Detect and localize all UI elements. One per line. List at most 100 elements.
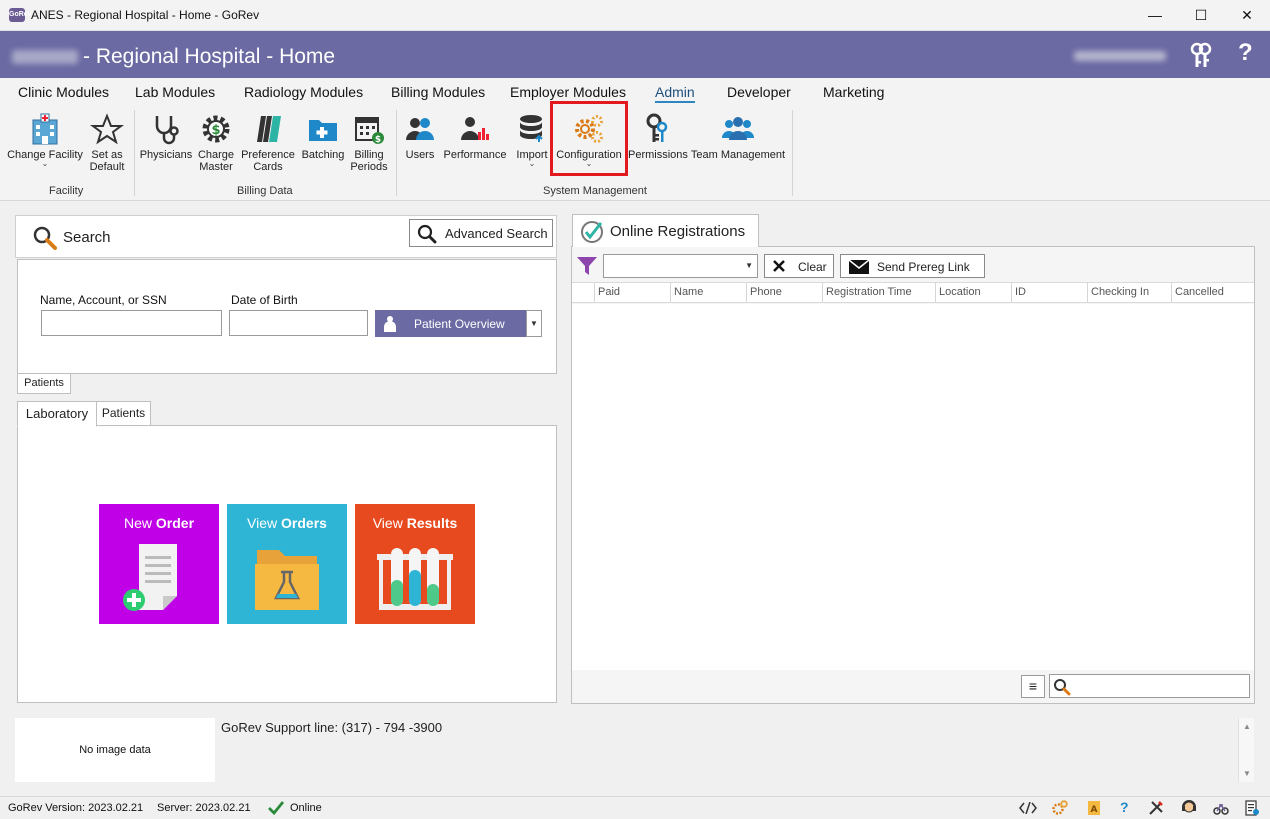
group-label-facility: Facility — [49, 185, 84, 197]
version-text: GoRev Version: 2023.02.21 — [8, 802, 144, 814]
clear-label: Clear — [798, 260, 827, 274]
scroll-up-icon[interactable]: ▲ — [1243, 722, 1251, 731]
import-button[interactable]: Import ⌄ — [512, 112, 552, 168]
name-account-ssn-input[interactable] — [41, 310, 222, 336]
column-header-phone[interactable]: Phone — [750, 286, 782, 298]
organization-name-redacted — [12, 50, 78, 64]
filter-icon[interactable] — [576, 255, 598, 277]
column-header-registration-time[interactable]: Registration Time — [826, 286, 912, 298]
charge-master-button[interactable]: $ Charge Master — [196, 112, 236, 173]
physicians-label: Physicians — [139, 149, 193, 161]
column-header-name[interactable]: Name — [674, 286, 703, 298]
grid-search-input[interactable] — [1049, 674, 1250, 698]
team-management-button[interactable]: Team Management — [690, 112, 786, 161]
batching-button[interactable]: Batching — [300, 112, 346, 161]
star-icon — [90, 113, 124, 145]
folder-flask-icon — [255, 550, 319, 610]
column-header-cancelled[interactable]: Cancelled — [1175, 286, 1224, 298]
view-results-tile[interactable]: View Results — [355, 504, 475, 624]
hospital-icon — [32, 113, 58, 145]
advanced-search-button[interactable]: Advanced Search — [409, 219, 553, 247]
help-icon[interactable]: ? — [1120, 799, 1129, 815]
user-name-redacted[interactable] — [1074, 51, 1166, 61]
online-registrations-title: Online Registrations — [610, 223, 746, 240]
set-as-default-label: Set as Default — [89, 149, 125, 173]
team-icon — [722, 117, 754, 140]
preference-cards-button[interactable]: Preference Cards — [239, 112, 297, 173]
minimize-button[interactable]: — — [1132, 0, 1178, 31]
patient-overview-button[interactable]: Patient Overview — [375, 310, 526, 337]
column-header-id[interactable]: ID — [1015, 286, 1026, 298]
billing-periods-button[interactable]: $ Billing Periods — [348, 112, 390, 173]
svg-text:A: A — [1091, 805, 1098, 815]
new-order-tile[interactable]: New Order — [99, 504, 219, 624]
tab-online-registrations[interactable]: Online Registrations — [572, 214, 759, 247]
tab-billing-modules[interactable]: Billing Modules — [391, 84, 485, 100]
app-logo-icon: GoRev — [9, 8, 32, 22]
ribbon: Clinic Modules Lab Modules Radiology Mod… — [0, 78, 1270, 201]
tab-admin[interactable]: Admin — [655, 84, 695, 103]
message-scrollbar[interactable]: ▲ ▼ — [1238, 718, 1254, 782]
gears-icon[interactable] — [1052, 800, 1068, 816]
app-header: - Regional Hospital - Home ? — [0, 31, 1270, 78]
support-agent-icon[interactable] — [1181, 800, 1197, 816]
bike-icon[interactable] — [1213, 800, 1229, 816]
column-header-paid[interactable]: Paid — [598, 286, 620, 298]
tab-radiology-modules[interactable]: Radiology Modules — [244, 84, 363, 100]
chevron-down-icon: ⌄ — [528, 159, 536, 168]
envelope-icon — [849, 260, 869, 274]
permissions-button[interactable]: Permissions — [628, 112, 688, 161]
clear-button[interactable]: Clear — [764, 254, 834, 278]
document-a-icon[interactable]: A — [1086, 800, 1102, 816]
users-button[interactable]: Users — [401, 112, 439, 161]
tools-icon[interactable] — [1148, 800, 1164, 816]
maximize-button[interactable]: ☐ — [1178, 0, 1224, 31]
cards-icon — [257, 116, 281, 142]
search-icon — [33, 226, 57, 250]
code-icon[interactable] — [1019, 802, 1037, 814]
tab-lab-modules[interactable]: Lab Modules — [135, 84, 215, 100]
registrations-grid-body — [572, 304, 1254, 670]
window-titlebar: GoRev ANES - Regional Hospital - Home - … — [0, 0, 1270, 31]
patient-overview-dropdown[interactable]: ▼ — [526, 310, 542, 337]
tab-marketing[interactable]: Marketing — [823, 84, 884, 100]
ribbon-tabs: Clinic Modules Lab Modules Radiology Mod… — [0, 78, 1270, 106]
scroll-down-icon[interactable]: ▼ — [1243, 769, 1251, 778]
tab-patients-search[interactable]: Patients — [17, 374, 71, 394]
stethoscope-icon — [155, 116, 179, 145]
date-of-birth-input[interactable] — [229, 310, 368, 336]
patient-overview-label: Patient Overview — [414, 317, 505, 331]
keys-icon[interactable] — [1187, 41, 1215, 69]
performance-button[interactable]: Performance — [442, 112, 508, 161]
preference-cards-label: Preference Cards — [241, 149, 295, 173]
dollar-gear-icon: $ — [202, 115, 230, 143]
send-prereg-link-button[interactable]: Send Prereg Link — [840, 254, 985, 278]
help-icon[interactable]: ? — [1238, 39, 1253, 67]
checkmark-icon — [268, 801, 284, 815]
registration-filter-select[interactable]: ▼ — [603, 254, 758, 278]
search-title: Search — [63, 229, 111, 246]
check-circle-icon — [581, 221, 603, 243]
physicians-button[interactable]: Physicians — [138, 112, 194, 161]
folder-plus-icon — [309, 120, 337, 141]
charge-master-label: Charge Master — [197, 149, 235, 173]
tab-employer-modules[interactable]: Employer Modules — [510, 84, 626, 100]
page-title: - Regional Hospital - Home — [83, 45, 336, 68]
menu-icon: ≡ — [1028, 678, 1038, 694]
close-button[interactable]: ✕ — [1224, 0, 1270, 31]
grid-menu-button[interactable]: ≡ — [1021, 675, 1045, 698]
group-label-billing-data: Billing Data — [237, 185, 293, 197]
view-results-title: View Results — [372, 515, 458, 531]
team-management-label: Team Management — [690, 149, 786, 161]
tab-patients[interactable]: Patients — [96, 401, 151, 426]
set-as-default-button[interactable]: Set as Default — [86, 112, 128, 173]
change-facility-button[interactable]: Change Facility ⌄ — [6, 112, 84, 168]
registrations-grid-header: Paid Name Phone Registration Time Locati… — [572, 282, 1254, 303]
view-orders-tile[interactable]: View Orders — [227, 504, 347, 624]
tab-laboratory[interactable]: Laboratory — [17, 401, 97, 427]
column-header-location[interactable]: Location — [939, 286, 981, 298]
column-header-checking-in[interactable]: Checking In — [1091, 286, 1149, 298]
report-icon[interactable] — [1244, 800, 1260, 816]
tab-developer[interactable]: Developer — [727, 84, 791, 100]
tab-clinic-modules[interactable]: Clinic Modules — [18, 84, 109, 100]
